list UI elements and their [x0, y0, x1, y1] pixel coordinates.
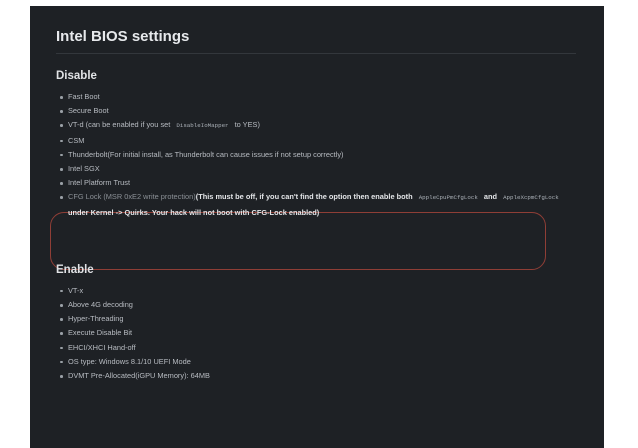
enable-item-above-4g-decoding: Above 4G decoding — [56, 298, 576, 312]
disable-io-mapper-code: DisableIoMapper — [176, 122, 229, 130]
disable-item-intel-sgx: Intel SGX — [56, 162, 576, 176]
disable-item-thunderbolt: Thunderbolt(For initial install, as Thun… — [56, 148, 576, 162]
disable-item-vt-d: VT-d (can be enabled if you set DisableI… — [56, 118, 576, 133]
cfg-lock-label: CFG Lock (MSR 0xE2 write protection) — [68, 192, 196, 202]
enable-item-vt-x: VT-x — [56, 284, 576, 298]
enable-heading: Enable — [56, 263, 94, 276]
apple-xcpm-cfg-lock-code: AppleXcpmCfgLock — [503, 194, 559, 202]
cfg-lock-note-and: and — [481, 192, 500, 202]
disable-item-cfg-lock: CFG Lock (MSR 0xE2 write protection)(Thi… — [56, 190, 576, 219]
disable-heading: Disable — [56, 70, 97, 82]
disable-item-intel-platform-trust: Intel Platform Trust — [56, 176, 576, 190]
disable-list: Fast Boot Secure Boot VT-d (can be enabl… — [56, 90, 576, 220]
enable-item-ehci-xhci-hand-off: EHCI/XHCI Hand-off — [56, 341, 576, 355]
disable-item-csm: CSM — [56, 134, 576, 148]
document-content: Intel BIOS settings Disable Fast Boot Se… — [56, 28, 576, 383]
vt-d-text-end: to YES) — [232, 120, 260, 130]
page-title: Intel BIOS settings — [56, 28, 576, 54]
enable-item-os-type: OS type: Windows 8.1/10 UEFI Mode — [56, 355, 576, 369]
disable-item-secure-boot: Secure Boot — [56, 104, 576, 118]
disable-item-fast-boot: Fast Boot — [56, 90, 576, 104]
enable-list: VT-x Above 4G decoding Hyper-Threading E… — [56, 284, 576, 383]
cfg-lock-note-end: under Kernel -> Quirks. Your hack will n… — [68, 207, 320, 217]
enable-item-dvmt-pre-allocated: DVMT Pre-Allocated(iGPU Memory): 64MB — [56, 369, 576, 383]
cfg-lock-note: (This must be off, if you can't find the… — [195, 192, 415, 202]
enable-item-hyper-threading: Hyper-Threading — [56, 312, 576, 326]
apple-cpu-pm-cfg-lock-code: AppleCpuPmCfgLock — [418, 194, 478, 202]
document-frame: Intel BIOS settings Disable Fast Boot Se… — [30, 6, 604, 448]
vt-d-text: VT-d (can be enabled if you set — [68, 120, 173, 130]
enable-item-execute-disable-bit: Execute Disable Bit — [56, 326, 576, 340]
